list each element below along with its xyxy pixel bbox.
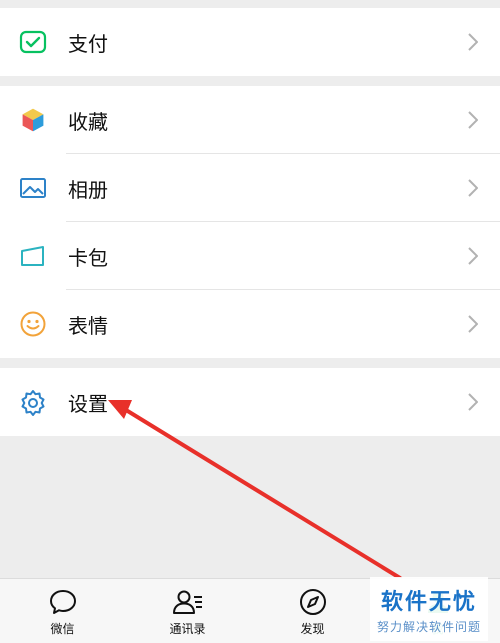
compass-icon — [297, 586, 329, 618]
tab-label: 微信 — [50, 621, 75, 636]
chevron-right-icon — [468, 179, 478, 197]
tab-contacts[interactable]: 通讯录 — [125, 579, 250, 643]
card-icon — [18, 241, 48, 271]
tab-discover[interactable]: 发现 — [250, 579, 375, 643]
watermark-subtitle: 努力解决软件问题 — [376, 619, 481, 634]
group-pay: 支付 — [0, 8, 500, 76]
menu-item-label: 卡包 — [68, 245, 108, 270]
section-spacer — [0, 358, 500, 368]
tab-label: 通讯录 — [169, 621, 206, 636]
chat-bubble-icon — [47, 586, 79, 618]
cube-icon — [18, 105, 48, 135]
menu-item-label: 表情 — [68, 313, 108, 338]
image-icon — [18, 173, 48, 203]
chevron-right-icon — [468, 247, 478, 265]
tab-label: 发现 — [300, 621, 325, 636]
section-spacer — [0, 76, 500, 86]
menu-item-label: 设置 — [68, 391, 108, 416]
wallet-icon — [18, 27, 48, 57]
menu-item-label: 相册 — [68, 177, 108, 202]
gear-icon — [18, 387, 48, 417]
chevron-right-icon — [468, 111, 478, 129]
menu-item-stickers[interactable]: 表情 — [0, 290, 500, 358]
group-settings: 设置 — [0, 368, 500, 436]
menu-item-album[interactable]: 相册 — [0, 154, 500, 222]
tab-chats[interactable]: 微信 — [0, 579, 125, 643]
contacts-icon — [172, 586, 204, 618]
group-main: 收藏 相册 卡包 表情 — [0, 86, 500, 358]
menu-item-settings[interactable]: 设置 — [0, 368, 500, 436]
menu-item-favorites[interactable]: 收藏 — [0, 86, 500, 154]
menu-item-card-wallet[interactable]: 卡包 — [0, 222, 500, 290]
chevron-right-icon — [468, 33, 478, 51]
menu-item-label: 收藏 — [68, 109, 108, 134]
watermark-title: 软件无忧 — [380, 589, 477, 615]
smile-icon — [18, 309, 48, 339]
chevron-right-icon — [468, 393, 478, 411]
menu-item-label: 支付 — [68, 31, 108, 56]
top-spacer — [0, 0, 500, 8]
menu-item-pay[interactable]: 支付 — [0, 8, 500, 76]
chevron-right-icon — [468, 315, 478, 333]
watermark: 软件无忧 努力解决软件问题 — [370, 577, 488, 641]
